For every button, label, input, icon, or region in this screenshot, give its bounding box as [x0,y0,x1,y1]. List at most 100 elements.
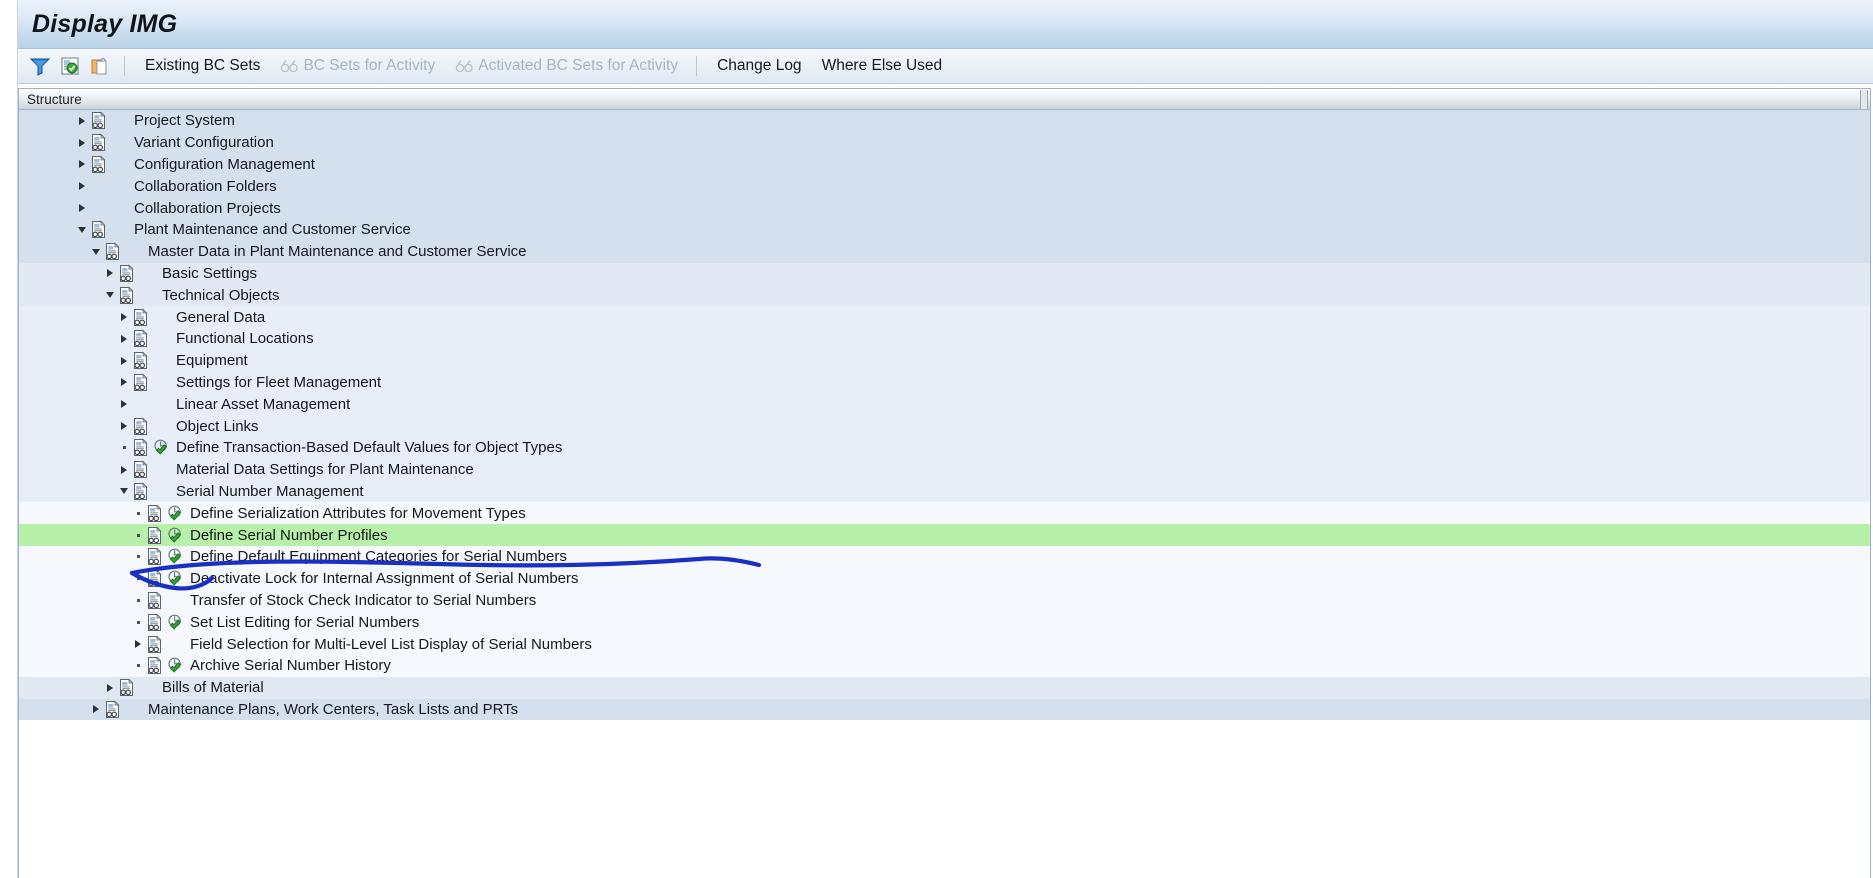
img-document-icon[interactable] [103,700,122,719]
img-activity-icon[interactable] [152,417,171,436]
img-document-icon[interactable] [117,286,136,305]
img-document-icon[interactable] [89,199,108,218]
img-activity-icon[interactable] [110,177,129,196]
tree-row[interactable]: Collaboration Folders [19,175,1870,198]
tree-expand-arrow-icon[interactable] [75,154,89,175]
img-activity-icon[interactable] [152,395,171,414]
img-activity-icon[interactable] [138,678,157,697]
img-activity-icon[interactable] [166,504,185,523]
tree-row[interactable]: Functional Locations [19,327,1870,350]
tree-expand-arrow-icon[interactable] [75,176,89,197]
filter-icon[interactable] [26,52,54,80]
tree-row[interactable]: Plant Maintenance and Customer Service [19,218,1870,241]
img-activity-icon[interactable] [166,569,185,588]
tree-expand-arrow-icon[interactable] [117,350,131,371]
img-document-icon[interactable] [145,635,164,654]
img-activity-icon[interactable] [166,591,185,610]
tree-expand-arrow-icon[interactable] [117,459,131,480]
tree-row[interactable]: Master Data in Plant Maintenance and Cus… [19,240,1870,263]
img-document-icon[interactable] [145,547,164,566]
column-resize-grip[interactable] [1860,90,1868,109]
tree-expand-arrow-icon[interactable] [117,372,131,393]
tree-row[interactable]: Configuration Management [19,153,1870,176]
img-document-icon[interactable] [131,482,150,501]
tree-row[interactable]: Maintenance Plans, Work Centers, Task Li… [19,698,1870,721]
img-activity-icon[interactable] [152,373,171,392]
img-document-icon[interactable] [131,351,150,370]
tree-row[interactable]: Define Serialization Attributes for Move… [19,502,1870,525]
img-activity-icon[interactable] [110,133,129,152]
img-activity-icon[interactable] [124,700,143,719]
img-document-icon[interactable] [145,504,164,523]
tree-row[interactable]: Archive Serial Number History [19,654,1870,677]
tree-row[interactable]: Define Default Equipment Categories for … [19,545,1870,568]
img-activity-icon[interactable] [138,286,157,305]
img-activity-icon[interactable] [124,242,143,261]
tree-expand-arrow-icon[interactable] [117,394,131,415]
img-document-icon[interactable] [117,678,136,697]
change-log-button[interactable]: Change Log [707,54,811,78]
tree-row[interactable]: Transfer of Stock Check Indicator to Ser… [19,589,1870,612]
tree-row[interactable]: Field Selection for Multi-Level List Dis… [19,633,1870,655]
img-document-icon[interactable] [89,155,108,174]
img-activity-icon[interactable] [152,329,171,348]
tree-row[interactable]: Set List Editing for Serial Numbers [19,611,1870,634]
img-activity-icon[interactable] [152,308,171,327]
tree-expand-arrow-icon[interactable] [89,699,103,720]
tree-row[interactable]: Define Transaction-Based Default Values … [19,436,1870,459]
img-activity-icon[interactable] [110,199,129,218]
bc-sets-for-activity-button[interactable]: BC Sets for Activity [270,54,445,78]
tree-expand-arrow-icon[interactable] [103,263,117,284]
img-document-icon[interactable] [117,264,136,283]
img-activity-icon[interactable] [166,547,185,566]
tree-row[interactable]: Linear Asset Management [19,393,1870,416]
img-document-icon[interactable] [89,133,108,152]
img-activity-icon[interactable] [110,155,129,174]
tree-expand-arrow-icon[interactable] [117,328,131,349]
img-document-icon[interactable] [145,613,164,632]
tree-row[interactable]: General Data [19,306,1870,328]
img-document-icon[interactable] [89,220,108,239]
tree-row[interactable]: Deactivate Lock for Internal Assignment … [19,567,1870,590]
img-activity-icon[interactable] [166,526,185,545]
img-activity-icon[interactable] [110,220,129,239]
tree-row[interactable]: Material Data Settings for Plant Mainten… [19,458,1870,481]
tree-row[interactable]: Settings for Fleet Management [19,371,1870,394]
img-activity-icon[interactable] [152,351,171,370]
img-activity-icon[interactable] [166,635,185,654]
img-document-icon[interactable] [131,417,150,436]
tree-row-selected[interactable]: Define Serial Number Profiles [19,524,1870,546]
tree-collapse-arrow-icon[interactable] [103,285,117,306]
tree-row[interactable]: Serial Number Management [19,480,1870,503]
img-activity-icon[interactable] [152,482,171,501]
img-activity-icon[interactable] [152,438,171,457]
tree-expand-arrow-icon[interactable] [103,677,117,698]
tree-collapse-arrow-icon[interactable] [75,219,89,240]
img-document-icon[interactable] [131,395,150,414]
tree-collapse-arrow-icon[interactable] [89,241,103,262]
where-else-used-button[interactable]: Where Else Used [812,54,953,78]
activated-bc-sets-for-activity-button[interactable]: Activated BC Sets for Activity [445,54,688,78]
tree-collapse-arrow-icon[interactable] [117,481,131,502]
img-document-icon[interactable] [145,526,164,545]
tree-expand-arrow-icon[interactable] [75,110,89,131]
img-activity-icon[interactable] [166,613,185,632]
existing-bc-sets-button[interactable]: Existing BC Sets [135,54,270,78]
img-document-icon[interactable] [131,373,150,392]
tree-row[interactable]: Collaboration Projects [19,197,1870,219]
tree-expand-arrow-icon[interactable] [131,634,145,655]
img-document-icon[interactable] [89,111,108,130]
img-document-icon[interactable] [103,242,122,261]
img-document-icon[interactable] [145,569,164,588]
tree-expand-arrow-icon[interactable] [75,132,89,153]
tree-row[interactable]: Object Links [19,415,1870,437]
img-document-icon[interactable] [131,308,150,327]
tree-expand-arrow-icon[interactable] [117,307,131,328]
tree-row[interactable]: Technical Objects [19,284,1870,307]
img-activity-icon[interactable] [166,656,185,675]
tree-row[interactable]: Project System [19,110,1870,132]
tree-row[interactable]: Equipment [19,349,1870,372]
img-activity-icon[interactable] [152,460,171,479]
unlock-folder-icon[interactable] [86,52,114,80]
img-document-icon[interactable] [145,591,164,610]
